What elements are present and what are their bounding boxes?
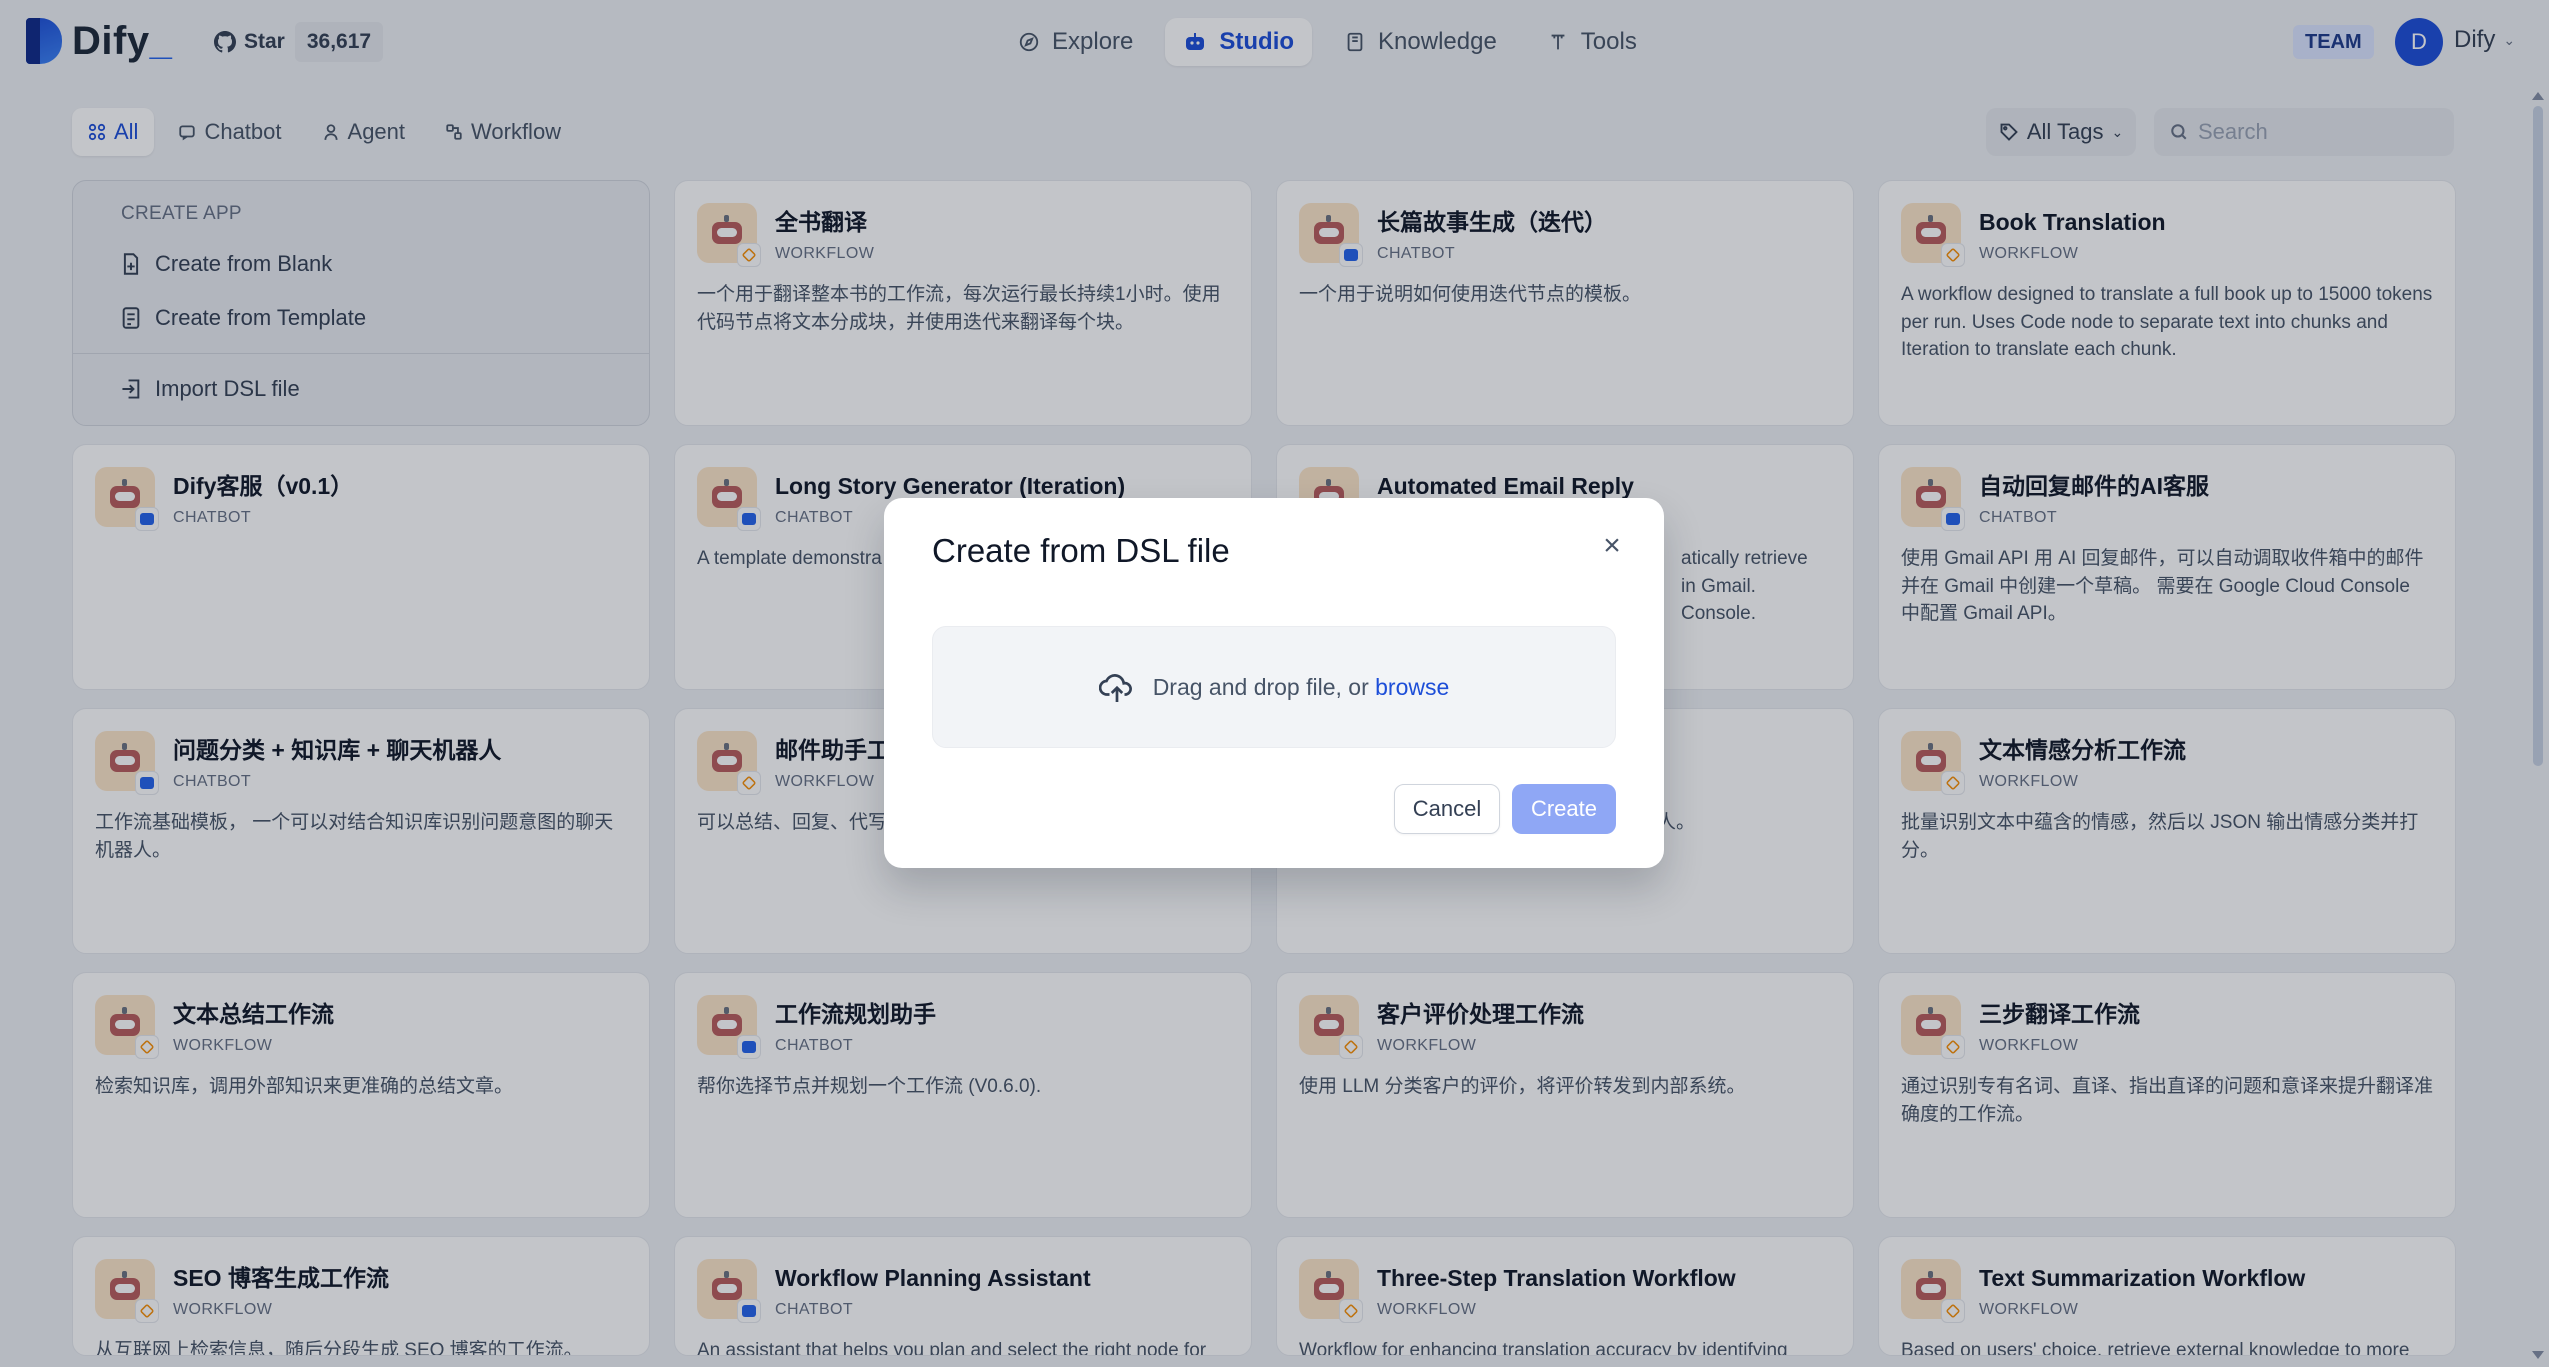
scroll-thumb[interactable] (2533, 106, 2543, 766)
close-icon[interactable]: × (1594, 528, 1630, 564)
dropzone-text: Drag and drop file, or (1152, 673, 1376, 700)
file-dropzone[interactable]: Drag and drop file, or browse (932, 626, 1616, 748)
create-from-dsl-modal: Create from DSL file × Drag and drop fil… (884, 498, 1664, 868)
create-button[interactable]: Create (1512, 784, 1616, 834)
modal-title: Create from DSL file (932, 532, 1230, 569)
scroll-up-arrow[interactable] (2532, 92, 2544, 100)
cancel-button[interactable]: Cancel (1394, 784, 1500, 834)
scroll-down-arrow[interactable] (2532, 1351, 2544, 1359)
page-scrollbar[interactable] (2528, 92, 2548, 1367)
cloud-upload-icon (1098, 674, 1132, 702)
browse-link[interactable]: browse (1375, 674, 1449, 700)
